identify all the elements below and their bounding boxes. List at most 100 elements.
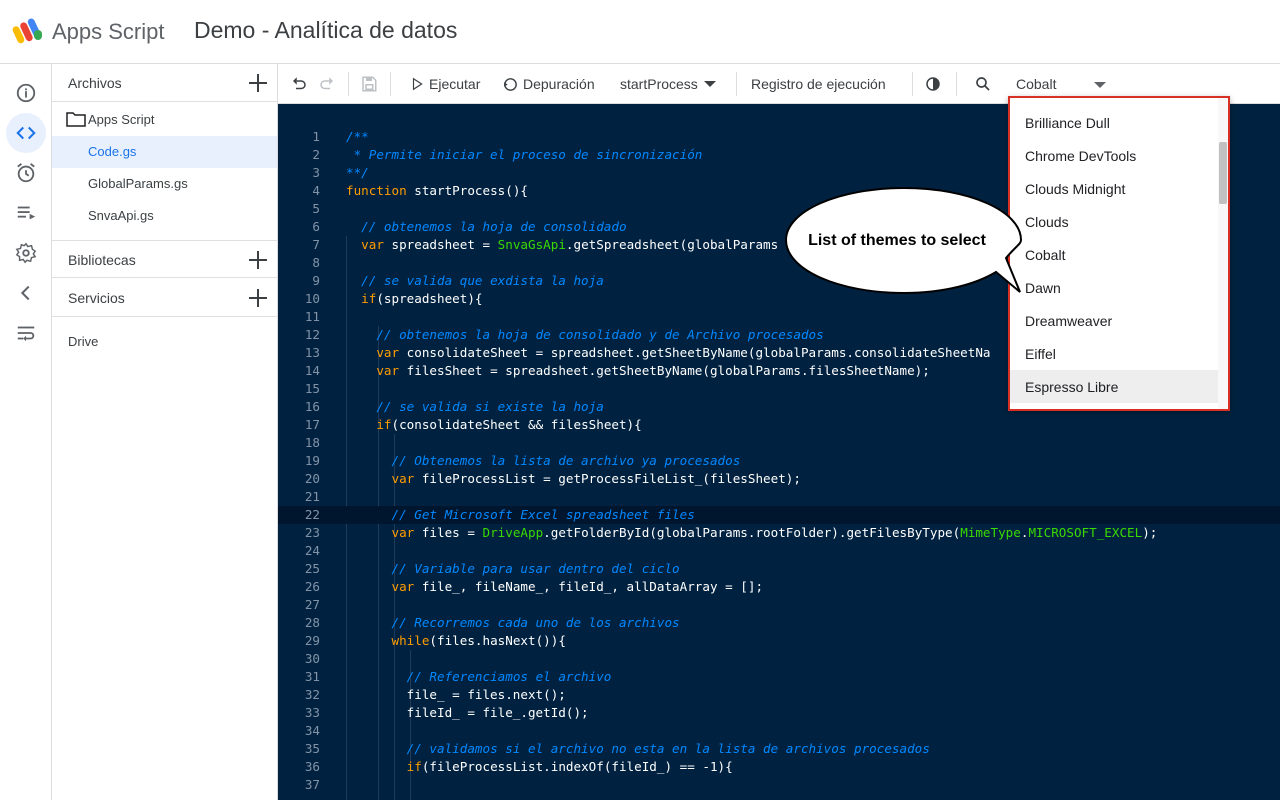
editor-button[interactable] xyxy=(6,113,46,153)
wrap-button[interactable] xyxy=(6,313,46,353)
code-line[interactable]: 35 // validamos si el archivo no esta en… xyxy=(278,740,1280,758)
code-token: (files.hasNext()){ xyxy=(429,633,566,648)
line-number: 17 xyxy=(304,417,320,432)
executions-button[interactable] xyxy=(6,193,46,233)
theme-option[interactable]: Eiffel xyxy=(1010,337,1220,370)
line-number: 6 xyxy=(312,219,320,234)
code-line[interactable]: 36 if(fileProcessList.indexOf(fileId_) =… xyxy=(278,758,1280,776)
code-line[interactable]: 19 // Obtenemos la lista de archivo ya p… xyxy=(278,452,1280,470)
theme-option[interactable]: Espresso Libre xyxy=(1010,370,1220,403)
file-item-globalparams-gs[interactable]: GlobalParams.gs xyxy=(52,168,277,200)
line-number: 34 xyxy=(304,723,320,738)
code-line[interactable]: 29 while(files.hasNext()){ xyxy=(278,632,1280,650)
code-line[interactable]: 25 // Variable para usar dentro del cicl… xyxy=(278,560,1280,578)
function-name: startProcess xyxy=(620,76,698,92)
code-line[interactable]: 24 xyxy=(278,542,1280,560)
toolbar-divider xyxy=(390,72,391,96)
search-button[interactable] xyxy=(974,72,992,96)
code-token: MICROSOFT_EXCEL xyxy=(1028,525,1143,540)
line-number: 14 xyxy=(304,363,320,378)
run-button[interactable]: Ejecutar xyxy=(410,72,480,96)
undo-icon xyxy=(293,77,306,90)
line-number: 31 xyxy=(304,669,320,684)
dropdown-scrollbar-thumb[interactable] xyxy=(1219,142,1227,204)
dropdown-scrollbar[interactable] xyxy=(1218,98,1228,409)
code-line[interactable]: 21 xyxy=(278,488,1280,506)
line-number: 30 xyxy=(304,651,320,666)
line-number: 12 xyxy=(304,327,320,342)
add-file-plus-icon[interactable] xyxy=(246,71,270,95)
code-line[interactable]: 34 xyxy=(278,722,1280,740)
code-line[interactable]: 17 if(consolidateSheet && filesSheet){ xyxy=(278,416,1280,434)
line-number: 9 xyxy=(312,273,320,288)
code-text: var consolidateSheet = spreadsheet.getSh… xyxy=(346,345,990,360)
code-text: if(fileProcessList.indexOf(fileId_) == -… xyxy=(346,759,733,774)
code-token: // se valida que exdista la hoja xyxy=(361,273,604,288)
code-token: // se valida si existe la hoja xyxy=(376,399,604,414)
function-selector[interactable]: startProcess xyxy=(620,72,716,96)
code-line[interactable]: 27 xyxy=(278,596,1280,614)
left-nav-rail xyxy=(0,64,52,800)
code-text: var spreadsheet = SnvaGsApi.getSpreadshe… xyxy=(346,237,778,252)
project-title[interactable]: Demo - Analítica de datos xyxy=(194,17,457,44)
services-section-title: Servicios xyxy=(68,290,125,306)
triggers-button[interactable] xyxy=(6,153,46,193)
file-item-snvaapi-gs[interactable]: SnvaApi.gs xyxy=(52,200,277,232)
code-text: while(files.hasNext()){ xyxy=(346,633,566,648)
half-moon-icon xyxy=(926,77,940,91)
execution-log-button[interactable]: Registro de ejecución xyxy=(751,72,886,96)
app-name[interactable]: Apps Script xyxy=(52,19,165,45)
theme-option[interactable]: Dreamweaver xyxy=(1010,304,1220,337)
collapse-button[interactable] xyxy=(6,273,46,313)
file-item-code-gs[interactable]: Code.gs xyxy=(52,136,277,168)
line-number: 20 xyxy=(304,471,320,486)
code-line[interactable]: 18 xyxy=(278,434,1280,452)
executions-icon xyxy=(17,206,36,220)
overview-button[interactable] xyxy=(6,73,46,113)
code-line[interactable]: 30 xyxy=(278,650,1280,668)
play-icon xyxy=(412,77,423,91)
dropdown-arrow-icon xyxy=(703,81,716,87)
dropdown-arrow-icon xyxy=(1094,82,1106,88)
code-line[interactable]: 32 file_ = files.next(); xyxy=(278,686,1280,704)
add-service-plus-icon[interactable] xyxy=(246,286,270,310)
theme-option[interactable]: Dawn xyxy=(1010,271,1220,304)
folder-apps-script[interactable]: Apps Script xyxy=(52,104,277,136)
code-line[interactable]: 33 fileId_ = file_.getId(); xyxy=(278,704,1280,722)
code-line[interactable]: 31 // Referenciamos el archivo xyxy=(278,668,1280,686)
theme-option[interactable]: Clouds Midnight xyxy=(1010,172,1220,205)
settings-button[interactable] xyxy=(6,233,46,273)
code-line[interactable]: 20 var fileProcessList = getProcessFileL… xyxy=(278,470,1280,488)
code-token: filesSheet = spreadsheet.getSheetByName(… xyxy=(399,363,930,378)
libraries-section-title: Bibliotecas xyxy=(68,252,136,268)
code-text: // obtenemos la hoja de consolidado xyxy=(346,219,626,234)
debug-button[interactable]: Depuración xyxy=(502,72,595,96)
save-button[interactable] xyxy=(360,72,378,96)
service-item-drive[interactable]: Drive xyxy=(68,334,98,349)
code-token: startProcess(){ xyxy=(406,183,528,198)
theme-select-value: Cobalt xyxy=(1016,76,1057,92)
dark-mode-toggle[interactable] xyxy=(924,72,942,96)
code-line[interactable]: 22 // Get Microsoft Excel spreadsheet fi… xyxy=(278,506,1280,524)
theme-option[interactable]: Cobalt xyxy=(1010,238,1220,271)
code-line[interactable]: 26 var file_, fileName_, fileId_, allDat… xyxy=(278,578,1280,596)
line-number: 32 xyxy=(304,687,320,702)
line-number: 21 xyxy=(304,489,320,504)
add-library-plus-icon[interactable] xyxy=(246,248,270,272)
code-text: // Recorremos cada uno de los archivos xyxy=(346,615,680,630)
code-token: while xyxy=(391,633,430,648)
code-text: var fileProcessList = getProcessFileList… xyxy=(346,471,801,486)
theme-option[interactable]: Brilliance Dull xyxy=(1010,106,1220,139)
redo-button[interactable] xyxy=(318,72,336,96)
code-text: // validamos si el archivo no esta en la… xyxy=(346,741,930,756)
apps-script-logo-icon[interactable] xyxy=(12,16,46,46)
theme-option[interactable]: Clouds xyxy=(1010,205,1220,238)
theme-option[interactable]: Chrome DevTools xyxy=(1010,139,1220,172)
code-line[interactable]: 28 // Recorremos cada uno de los archivo… xyxy=(278,614,1280,632)
undo-button[interactable] xyxy=(290,72,308,96)
code-line[interactable]: 23 var files = DriveApp.getFolderById(gl… xyxy=(278,524,1280,542)
theme-option-label: Eiffel xyxy=(1025,346,1056,362)
code-line[interactable]: 37 xyxy=(278,776,1280,794)
